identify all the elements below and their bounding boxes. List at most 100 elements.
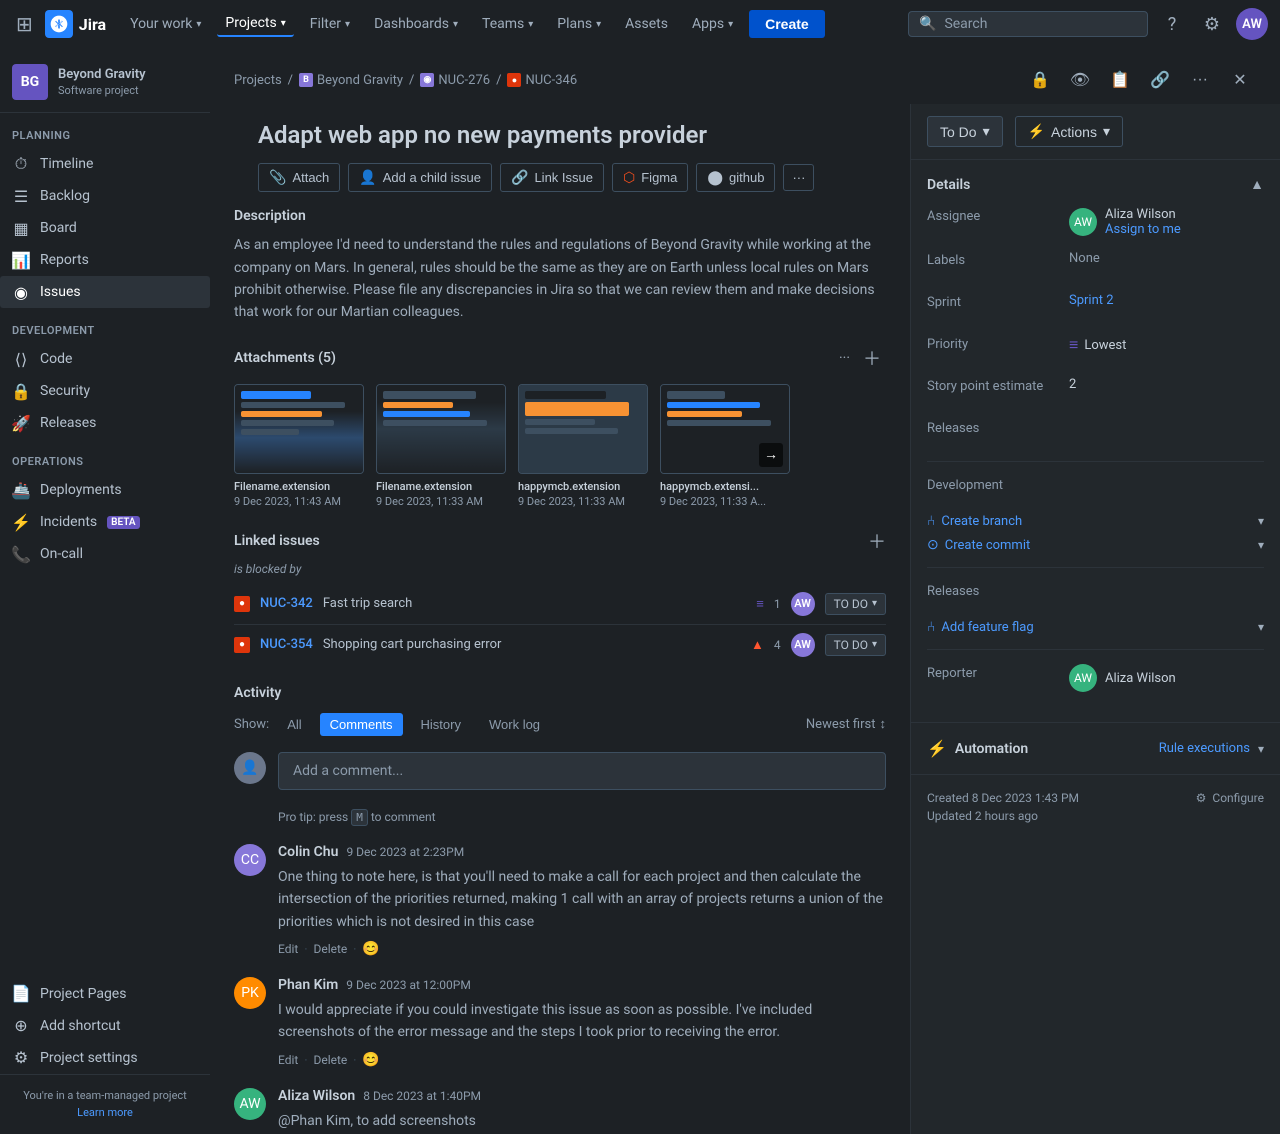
emoji-button-1[interactable]: 😊 [362,1052,379,1068]
todo-status-1[interactable]: TO DO ▾ [825,634,886,656]
filter-nav[interactable]: Filter ▾ [302,12,358,36]
share-button[interactable]: 🔗 [1144,64,1176,96]
link-issue-button[interactable]: 🔗 Link Issue [500,163,604,192]
create-branch-link[interactable]: ⑃ Create branch [927,513,1022,529]
edit-comment-0[interactable]: Edit [278,942,298,956]
sidebar-item-code[interactable]: ⟨⟩ Code [0,343,210,375]
delete-comment-1[interactable]: Delete [313,1053,347,1067]
copy-button[interactable]: 📋 [1104,64,1136,96]
grid-icon[interactable]: ⊞ [12,8,37,40]
comment-input[interactable]: Add a comment... [278,752,886,790]
add-feature-flag-link[interactable]: ⑃ Add feature flag [927,619,1034,635]
todo-status-0[interactable]: TO DO ▾ [825,593,886,615]
sprint-link[interactable]: Sprint 2 [1069,293,1114,308]
edit-comment-1[interactable]: Edit [278,1053,298,1067]
breadcrumb-parent-issue[interactable]: ◉ NUC-276 [420,73,490,88]
sidebar-item-board[interactable]: ▦ Board [0,212,210,244]
filter-comments[interactable]: Comments [320,713,403,736]
sidebar-item-oncall[interactable]: 📞 On-call [0,538,210,570]
teams-nav[interactable]: Teams ▾ [474,12,541,36]
create-commit-link[interactable]: ⊙ Create commit [927,537,1030,553]
assets-nav[interactable]: Assets [617,12,676,36]
sidebar-item-security[interactable]: 🔒 Security [0,375,210,407]
attachments-add-button[interactable]: ＋ [858,344,886,372]
comment-text-2: @Phan Kim, to add screenshots [278,1110,886,1132]
linked-issue-key-0[interactable]: NUC-342 [260,596,313,611]
sidebar-item-reports[interactable]: 📊 Reports [0,244,210,276]
linked-issue-title-1: Shopping cart purchasing error [323,637,741,652]
sidebar-item-incidents[interactable]: ⚡ Incidents BETA [0,506,210,538]
attach-button[interactable]: 📎 Attach [258,163,340,192]
projects-nav[interactable]: Projects ▾ [217,11,293,37]
close-button[interactable]: ✕ [1224,64,1256,96]
learn-more-link[interactable]: Learn more [77,1106,133,1119]
attachment-thumb [376,384,506,474]
assign-to-me-link[interactable]: Assign to me [1105,222,1181,237]
lock-button[interactable]: 🔒 [1024,64,1056,96]
linked-issue-key-1[interactable]: NUC-354 [260,637,313,652]
commit-chevron: ▾ [1258,538,1264,552]
comment-author-2: Aliza Wilson [278,1088,355,1104]
attachment-item[interactable]: happymcb.extension 9 Dec 2023, 11:33 AM [518,384,648,508]
logo[interactable]: Jira [45,10,106,38]
delete-comment-0[interactable]: Delete [313,942,347,956]
search-icon: 🔍 [919,16,936,32]
issue-header-actions: 🔒 👁 📋 🔗 ··· ✕ [1024,64,1256,96]
sidebar-item-add-shortcut[interactable]: ⊕ Add shortcut [0,1010,210,1042]
details-toggle[interactable]: Details ▲ [927,176,1264,193]
emoji-button-0[interactable]: 😊 [362,941,379,957]
parent-issue-icon: ◉ [420,73,434,87]
attachment-item[interactable]: Filename.extension 9 Dec 2023, 11:43 AM [234,384,364,508]
search-box[interactable]: 🔍 Search [908,11,1148,37]
automation-header[interactable]: ⚡ Automation Rule executions ▾ [927,739,1264,758]
sidebar-item-backlog[interactable]: ☰ Backlog [0,180,210,212]
attachments-more-button[interactable]: ··· [839,350,850,366]
rule-executions-link[interactable]: Rule executions [1159,741,1250,756]
filter-history[interactable]: History [411,713,471,736]
attachment-item[interactable]: → happymcb.extensi... 9 Dec 2023, 11:33 … [660,384,790,508]
code-icon: ⟨⟩ [12,350,30,368]
detail-releases-row: Releases [927,419,1264,447]
help-button[interactable]: ? [1156,8,1188,40]
configure-button[interactable]: ⚙ Configure [1196,791,1264,805]
sidebar-item-deployments[interactable]: 🚢 Deployments [0,474,210,506]
plans-nav[interactable]: Plans ▾ [549,12,609,36]
incidents-icon: ⚡ [12,513,30,531]
github-button[interactable]: ⬤ github [696,163,775,192]
dashboards-nav[interactable]: Dashboards ▾ [366,12,466,36]
activity-sort[interactable]: Newest first ↕ [806,716,886,732]
settings-button[interactable]: ⚙ [1196,8,1228,40]
more-toolbar-button[interactable]: ··· [783,164,814,191]
sidebar-item-releases[interactable]: 🚀 Releases [0,407,210,439]
status-button[interactable]: To Do ▾ [927,116,1003,147]
project-type: Software project [58,84,146,97]
reporter-value: AW Aliza Wilson [1069,664,1264,692]
sidebar-item-timeline[interactable]: ⏱ Timeline [0,148,210,180]
filter-all[interactable]: All [277,713,311,736]
linked-issues-add-button[interactable]: ＋ [868,528,886,554]
more-button[interactable]: ··· [1184,64,1216,96]
attachment-arrow[interactable]: → [759,443,783,467]
automation-title: ⚡ Automation [927,739,1028,758]
sidebar-footer: You're in a team-managed project Learn m… [0,1074,210,1134]
actions-button[interactable]: ⚡ Actions ▾ [1015,116,1123,147]
sidebar-item-project-pages[interactable]: 📄 Project Pages [0,978,210,1010]
comment-body-2: Aliza Wilson 8 Dec 2023 at 1:40PM @Phan … [278,1088,886,1134]
your-work-nav[interactable]: Your work ▾ [122,12,209,36]
issue-title: Adapt web app no new payments provider [234,104,886,163]
create-button[interactable]: Create [749,10,825,38]
figma-button[interactable]: ⬡ Figma [612,163,688,192]
breadcrumb-project[interactable]: B Beyond Gravity [299,73,403,88]
description-text: As an employee I'd need to understand th… [234,234,886,324]
watch-button[interactable]: 👁 [1064,64,1096,96]
apps-nav[interactable]: Apps ▾ [684,12,741,36]
filter-worklog[interactable]: Work log [479,713,550,736]
timeline-icon: ⏱ [12,155,30,173]
sidebar-item-project-settings[interactable]: ⚙ Project settings [0,1042,210,1074]
flag-chevron: ▾ [1258,620,1264,634]
sidebar-item-issues[interactable]: ◉ Issues [0,276,210,308]
attachment-item[interactable]: Filename.extension 9 Dec 2023, 11:33 AM [376,384,506,508]
user-avatar[interactable]: AW [1236,8,1268,40]
breadcrumb-projects[interactable]: Projects [234,73,282,88]
add-child-issue-button[interactable]: 👤 Add a child issue [348,163,492,192]
